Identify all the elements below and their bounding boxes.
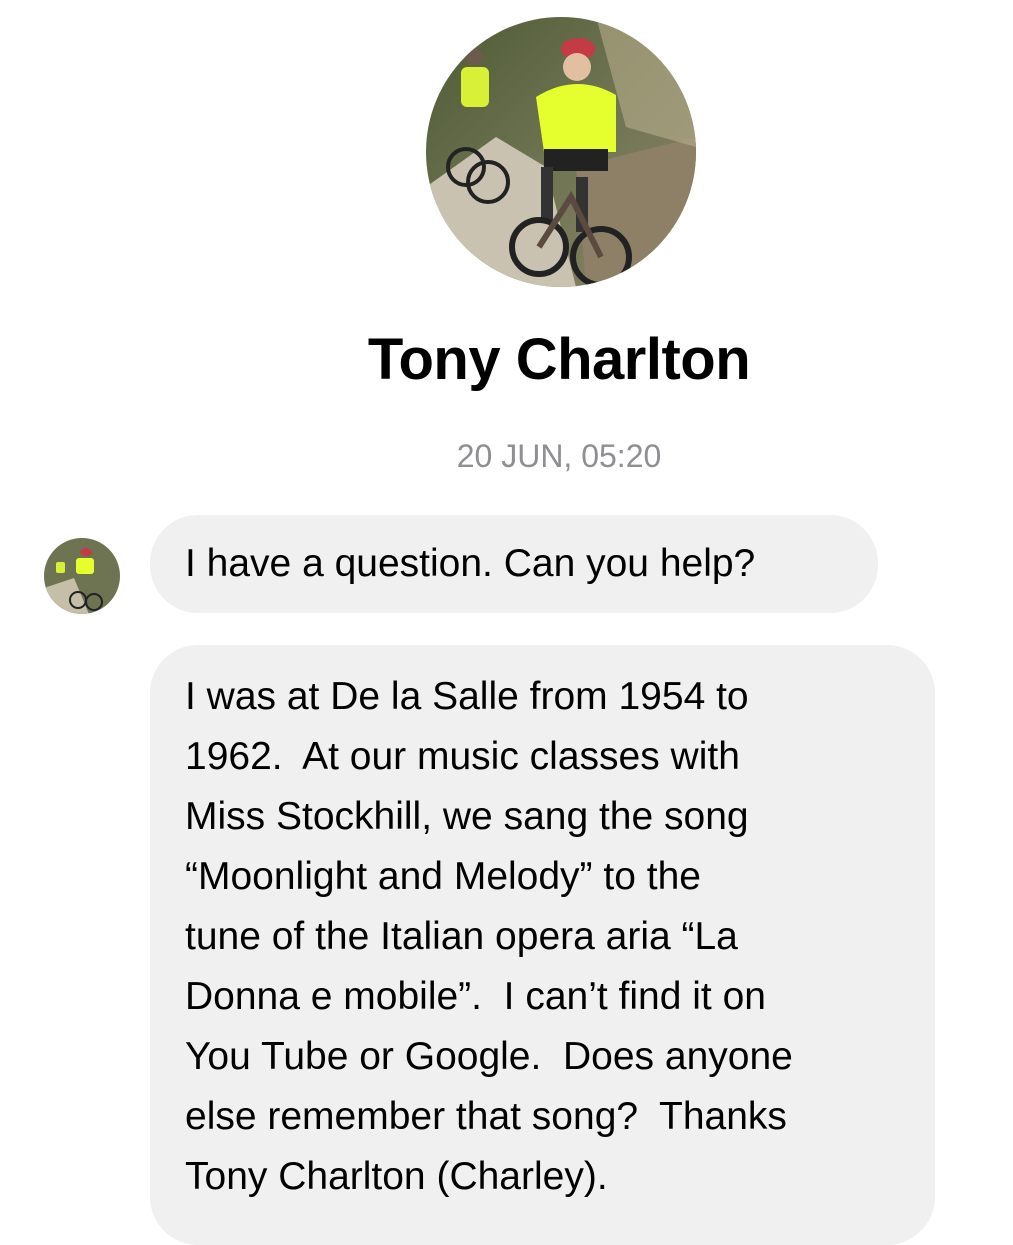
message-line: You Tube or Google. Does anyone [185, 1035, 793, 1078]
message-bubble[interactable]: I have a question. Can you help? [150, 515, 878, 613]
message-line: I was at De la Salle from 1954 to [185, 675, 749, 718]
message-line: Donna e mobile”. I can’t find it on [185, 975, 766, 1018]
message-line: tune of the Italian opera aria “La [185, 915, 738, 958]
message-line: Tony Charlton (Charley). [185, 1155, 608, 1198]
cyclists-avatar-icon [44, 538, 120, 614]
sender-avatar[interactable] [44, 538, 120, 614]
message-line: else remember that song? Thanks [185, 1095, 787, 1138]
message-bubble[interactable]: I was at De la Salle from 1954 to 1962. … [150, 645, 935, 1245]
message-text: I have a question. Can you help? [185, 542, 756, 585]
message-line: “Moonlight and Melody” to the [185, 855, 701, 898]
contact-name: Tony Charlton [367, 327, 751, 392]
cyclists-photo-icon [426, 17, 696, 287]
message-timestamp: 20 JUN, 05:20 [456, 438, 662, 474]
message-line: 1962. At our music classes with [185, 735, 740, 778]
message-line: Miss Stockhill, we sang the song [185, 795, 749, 838]
profile-photo[interactable] [426, 17, 696, 287]
